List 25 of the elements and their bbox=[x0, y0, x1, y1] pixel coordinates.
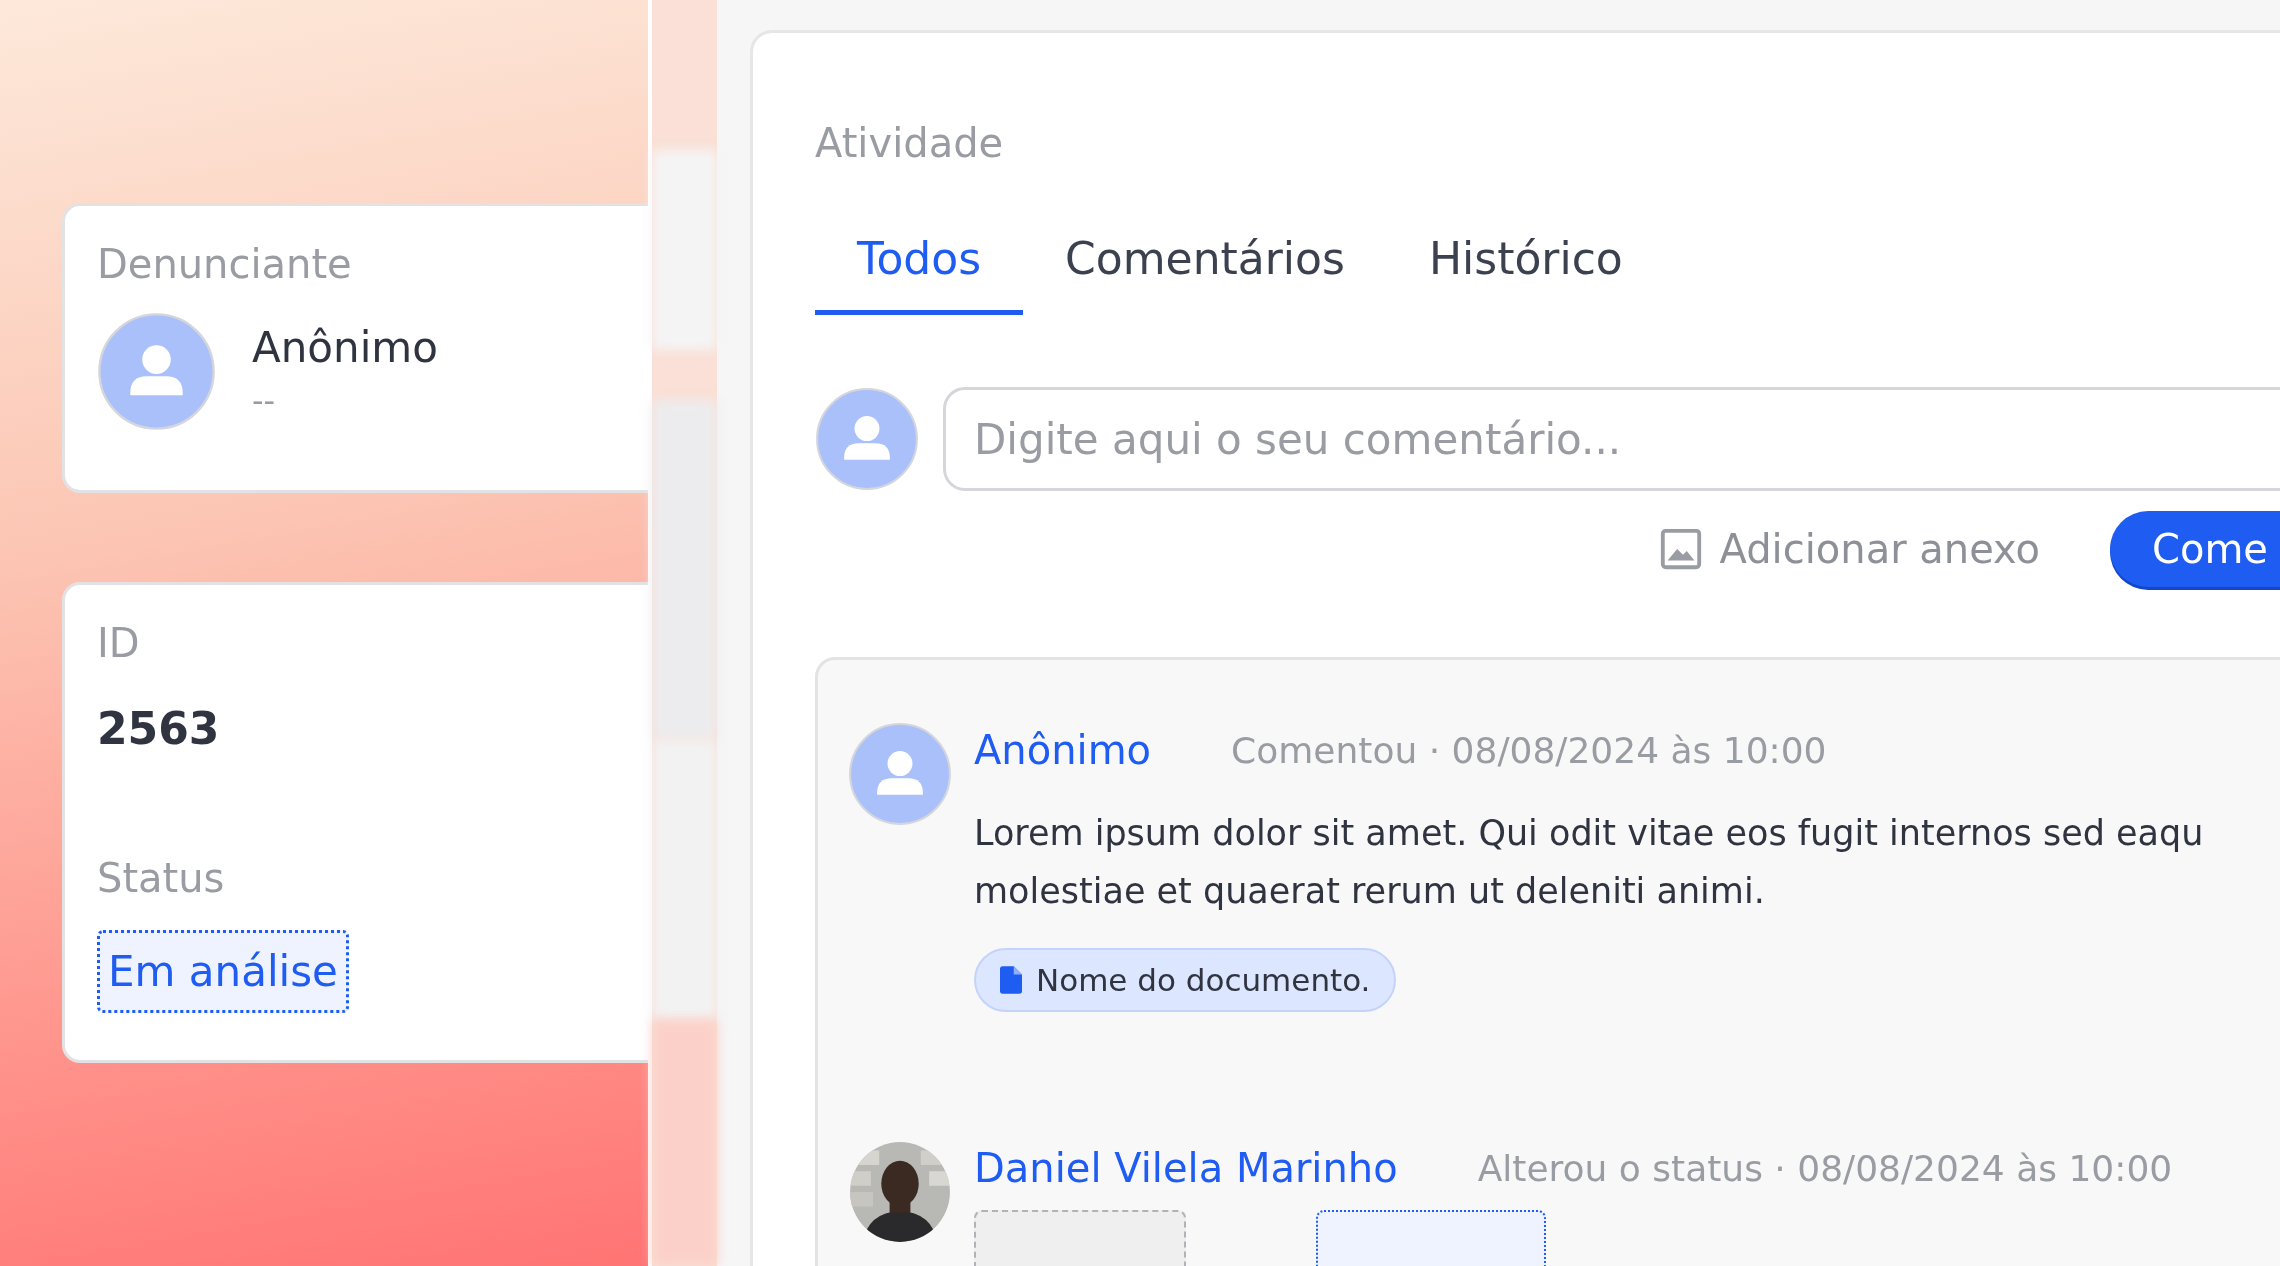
attachment-chip[interactable]: Nome do documento. bbox=[974, 948, 1397, 1012]
comment-field[interactable]: Digite aqui o seu comentário... bbox=[943, 387, 2280, 491]
id-value: 2563 bbox=[97, 703, 221, 754]
author-name: Daniel Vilela Marinho bbox=[974, 1145, 1398, 1191]
id-label: ID bbox=[97, 619, 141, 667]
avatar-icon bbox=[815, 387, 919, 491]
activity-meta: Comentou · 08/08/2024 às 10:00 bbox=[1231, 729, 1827, 771]
submit-button[interactable]: Come bbox=[2110, 511, 2280, 587]
comment-text: Lorem ipsum dolor sit amet. Qui odit vitae eos fugit internos sed eaqu bbox=[974, 812, 2204, 855]
card-title: Denunciante bbox=[97, 240, 353, 288]
reporter-detail: -- bbox=[252, 382, 277, 420]
status-badge: Em análise bbox=[97, 930, 349, 1013]
avatar-icon bbox=[97, 312, 216, 431]
comment-text: molestiae et quaerat rerum ut deleniti animi. bbox=[974, 870, 1766, 913]
tab[interactable]: Todos bbox=[815, 233, 1024, 315]
avatar-icon bbox=[848, 722, 952, 826]
attachment-name: Nome do documento. bbox=[1036, 962, 1371, 998]
document-icon bbox=[1000, 966, 1022, 994]
tab[interactable]: Histórico bbox=[1386, 233, 1665, 315]
reporter-name: Anônimo bbox=[252, 323, 438, 372]
status-label: Status bbox=[97, 854, 226, 902]
activity-meta: Alterou o status · 08/08/2024 às 10:00 bbox=[1477, 1147, 2173, 1189]
author-name: Anônimo bbox=[974, 727, 1152, 773]
section-title: Atividade bbox=[815, 123, 1005, 163]
tab[interactable]: Comentários bbox=[1023, 233, 1387, 315]
